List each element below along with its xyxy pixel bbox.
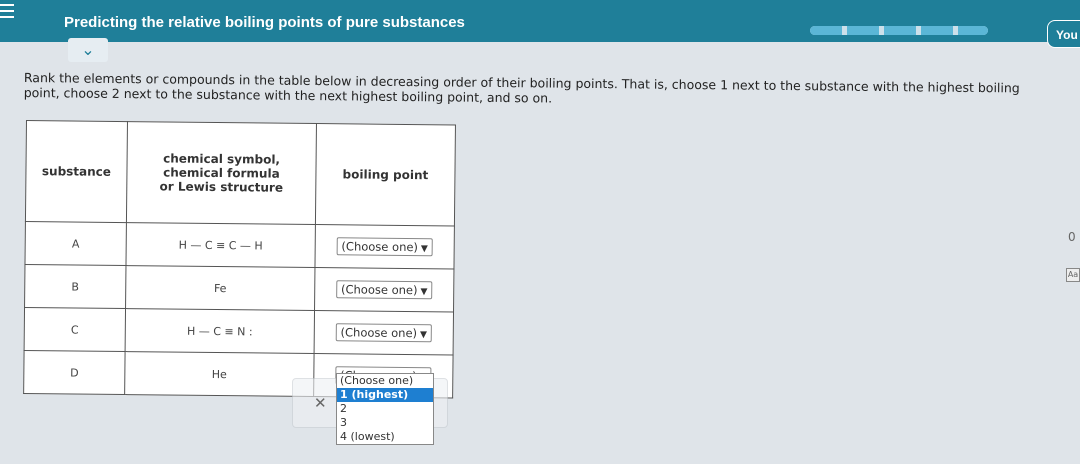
substance-table: substance chemical symbol, chemical form… — [23, 120, 456, 399]
user-button[interactable]: You — [1047, 20, 1080, 48]
substance-label: A — [24, 221, 127, 266]
menu-icon[interactable] — [0, 4, 14, 20]
collapse-toggle[interactable]: ⌄ — [68, 38, 108, 62]
formula-cell: He — [124, 351, 315, 397]
boiling-point-header: boiling point — [315, 123, 456, 226]
formula-cell: Fe — [125, 265, 315, 311]
dropdown-option[interactable]: 4 (lowest) — [337, 430, 433, 444]
substance-label: D — [23, 350, 126, 395]
dropdown-option[interactable]: 2 — [337, 402, 433, 416]
substance-label: B — [24, 264, 126, 309]
chevron-down-icon: ⌄ — [81, 40, 95, 59]
dropdown-option[interactable]: 3 — [337, 416, 433, 430]
rank-select-value: (Choose one) — [341, 239, 419, 255]
question-instructions: Rank the elements or compounds in the ta… — [23, 70, 1020, 106]
header-bar: Predicting the relative boiling points o… — [0, 0, 1080, 48]
dropdown-option[interactable]: 1 (highest) — [337, 388, 433, 402]
symbol-header-line: or Lewis structure — [159, 179, 284, 195]
table-header-row: substance chemical symbol, chemical form… — [25, 120, 456, 226]
boiling-point-cell: (Choose one)▼ — [314, 224, 455, 269]
substance-label: C — [24, 307, 126, 352]
rank-select[interactable]: (Choose one)▼ — [336, 237, 433, 257]
symbol-header: chemical symbol, chemical formula or Lew… — [126, 121, 317, 225]
substance-header: substance — [25, 120, 128, 223]
formula-cell: H — C ≡ N : — [125, 308, 315, 354]
rank-select[interactable]: (Choose one)▼ — [335, 323, 433, 343]
page-title: Predicting the relative boiling points o… — [64, 14, 465, 31]
formula-cell: H — C ≡ C — H — [125, 222, 316, 268]
dropdown-option[interactable]: (Choose one) — [337, 374, 433, 388]
rank-dropdown-list[interactable]: (Choose one) 1 (highest) 2 3 4 (lowest) — [336, 373, 434, 445]
table-row: B Fe (Choose one) ▼ — [24, 264, 454, 312]
rank-select-value: (Choose one) — [340, 325, 418, 341]
rank-select[interactable]: (Choose one)▼ — [335, 280, 433, 300]
table-row: C H — C ≡ N : (Choose one) ▼ — [24, 307, 454, 355]
chevron-down-icon: ▼ — [419, 330, 428, 341]
progress-bar — [810, 26, 988, 35]
close-icon[interactable]: ✕ — [314, 394, 327, 412]
table-row: A H — C ≡ C — H (Choose one) ▼ — [24, 221, 455, 269]
side-indicator: 0 — [1068, 230, 1076, 244]
chevron-down-icon: ▼ — [420, 244, 428, 255]
text-size-icon[interactable]: Aa — [1066, 268, 1080, 282]
chevron-down-icon: ▼ — [420, 287, 428, 298]
boiling-point-cell: (Choose one)▼ — [314, 310, 454, 355]
rank-select-value: (Choose one) — [340, 282, 418, 298]
boiling-point-cell: (Choose one)▼ — [314, 267, 454, 312]
